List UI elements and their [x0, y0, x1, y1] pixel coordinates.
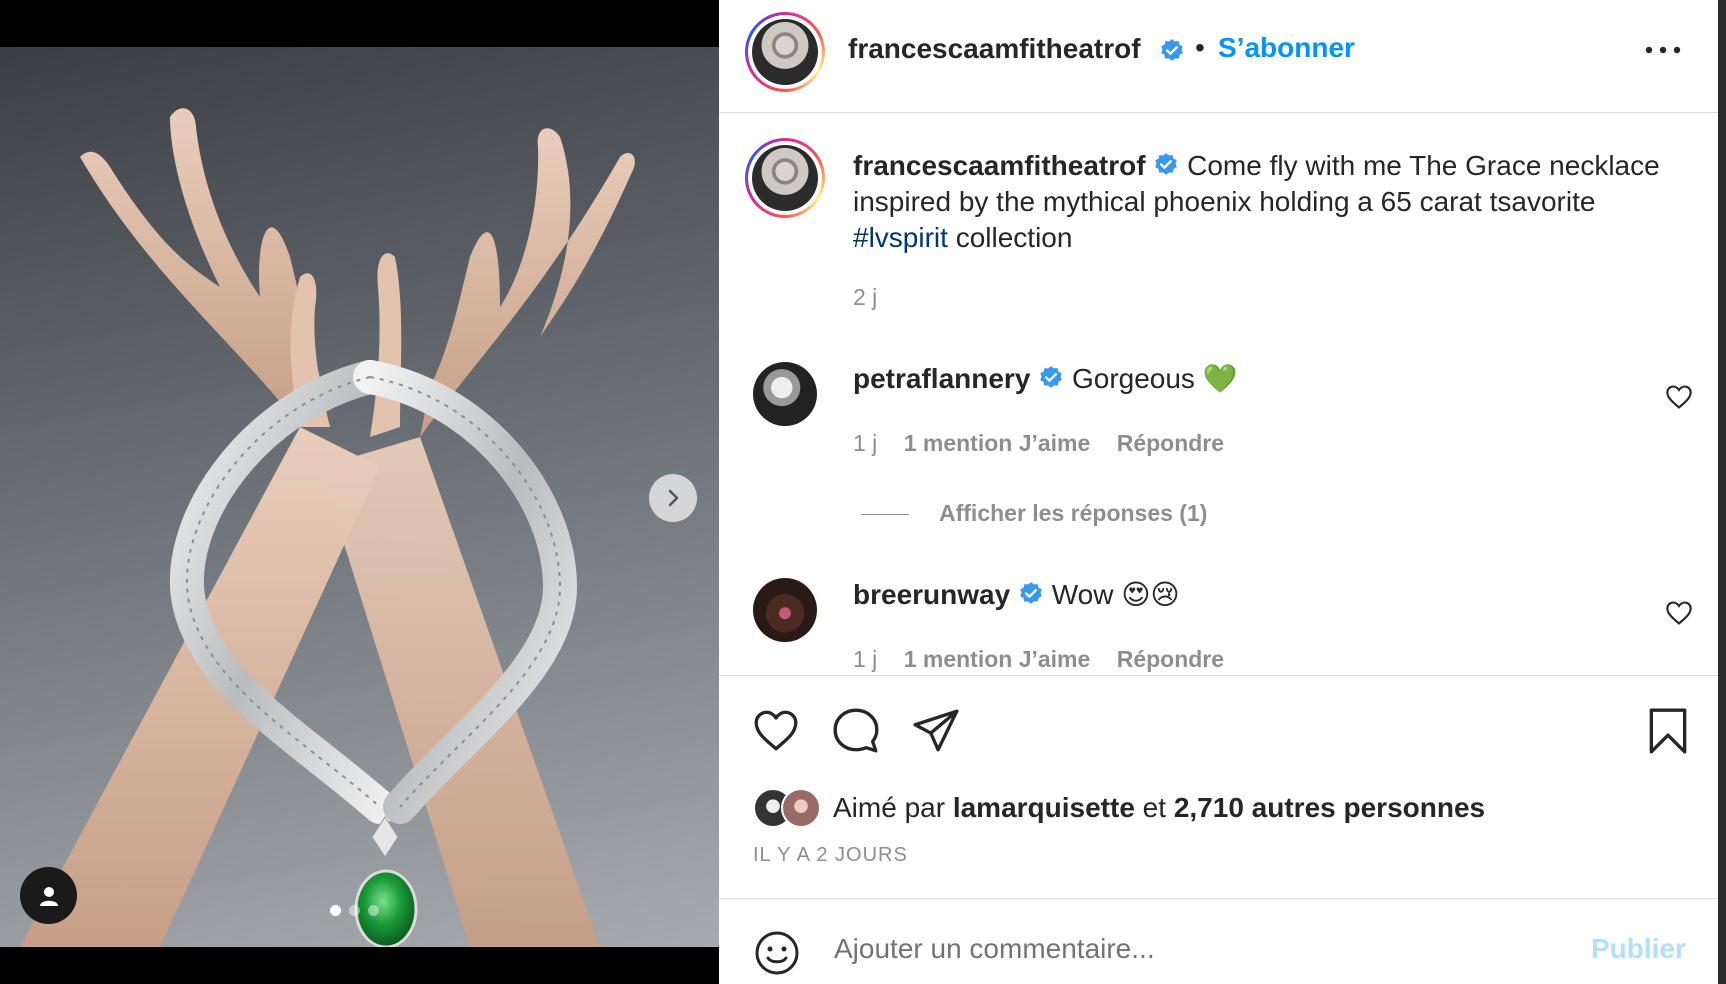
carousel-next-button[interactable]	[649, 474, 697, 522]
comment-body: breerunway Wow 😍😢	[853, 578, 1180, 611]
commenter-avatar[interactable]	[753, 362, 817, 426]
caption-timestamp: 2 j	[853, 284, 878, 310]
bookmark-icon[interactable]	[1643, 706, 1693, 756]
comment-meta: 1 j 1 mention J’aime Répondre	[853, 646, 1244, 673]
carousel-indicator	[330, 905, 379, 916]
verified-icon	[1040, 365, 1063, 388]
verified-icon	[1161, 39, 1183, 61]
more-icon[interactable]	[1643, 40, 1683, 60]
carousel-dot	[330, 905, 341, 916]
publish-button[interactable]: Publier	[1591, 933, 1686, 965]
share-icon[interactable]	[911, 706, 961, 756]
view-replies-button[interactable]: Afficher les réponses (1)	[861, 500, 1207, 527]
post-caption: francescaamfitheatrof Come fly with me T…	[853, 148, 1673, 256]
post-photo[interactable]	[0, 47, 719, 947]
necklace-hands-image	[20, 108, 635, 947]
commenter-avatar[interactable]	[753, 578, 817, 642]
comment-body: petraflannery Gorgeous 💚	[853, 362, 1238, 395]
follow-button[interactable]: S’abonner	[1218, 32, 1355, 64]
post-timestamp: IL Y A 2 JOURS	[753, 844, 908, 866]
comment-like-icon[interactable]	[1665, 600, 1693, 626]
liker-avatar	[781, 788, 821, 828]
user-tag-icon	[39, 886, 58, 906]
comment-text: Wow 😍😢	[1043, 579, 1180, 610]
window-edge	[1718, 0, 1726, 984]
likes-text[interactable]: Aimé par lamarquisette et 2,710 autres p…	[833, 792, 1485, 824]
comment-input[interactable]	[834, 927, 1514, 971]
chevron-right-icon	[668, 489, 679, 507]
author-username[interactable]: francescaamfitheatrof	[848, 33, 1141, 65]
heart-icon[interactable]	[751, 706, 801, 756]
comment-likes[interactable]: 1 mention J’aime	[904, 430, 1091, 456]
liker-username[interactable]: lamarquisette	[953, 792, 1135, 823]
hashtag-link[interactable]: #lvspirit	[853, 222, 948, 253]
tagged-users-button[interactable]	[20, 867, 77, 924]
comments-section[interactable]: francescaamfitheatrof Come fly with me T…	[719, 114, 1718, 674]
reply-button[interactable]: Répondre	[1117, 430, 1224, 456]
comment-time: 1 j	[853, 430, 878, 456]
post-actions: Aimé par lamarquisette et 2,710 autres p…	[719, 675, 1718, 898]
comment-like-icon[interactable]	[1665, 384, 1693, 410]
carousel-dot	[368, 905, 379, 916]
comment-time: 1 j	[853, 646, 878, 672]
view-replies-label: Afficher les réponses (1)	[939, 500, 1208, 526]
verified-icon	[1155, 152, 1178, 175]
comment-meta: 1 j 1 mention J’aime Répondre	[853, 430, 1244, 457]
post-header: francescaamfitheatrof • S’abonner	[719, 0, 1718, 113]
commenter-username[interactable]: breerunway	[853, 579, 1010, 610]
comment-likes[interactable]: 1 mention J’aime	[904, 646, 1091, 672]
comment-text: Gorgeous 💚	[1064, 363, 1238, 394]
caption-author[interactable]: francescaamfitheatrof	[853, 150, 1146, 181]
caption-text-end: collection	[947, 222, 1073, 253]
post-panel: francescaamfitheatrof • S’abonner france…	[719, 0, 1718, 984]
verified-icon	[1020, 581, 1042, 604]
likes-prefix: Aimé par	[833, 792, 953, 823]
likes-count[interactable]: 2,710 autres personnes	[1174, 792, 1485, 823]
emoji-icon[interactable]	[753, 929, 801, 977]
author-avatar[interactable]	[745, 12, 825, 92]
likes-conjunction: et	[1134, 792, 1174, 823]
carousel-dot	[349, 905, 360, 916]
comment-icon[interactable]	[831, 706, 881, 756]
replies-divider	[861, 514, 909, 516]
header-separator: •	[1195, 32, 1205, 63]
comment-composer: Publier	[719, 898, 1718, 984]
reply-button[interactable]: Répondre	[1117, 646, 1224, 672]
commenter-username[interactable]: petraflannery	[853, 363, 1030, 394]
caption-author-avatar[interactable]	[745, 138, 825, 218]
likes-summary: Aimé par lamarquisette et 2,710 autres p…	[753, 786, 1485, 830]
media-pane	[0, 0, 719, 984]
